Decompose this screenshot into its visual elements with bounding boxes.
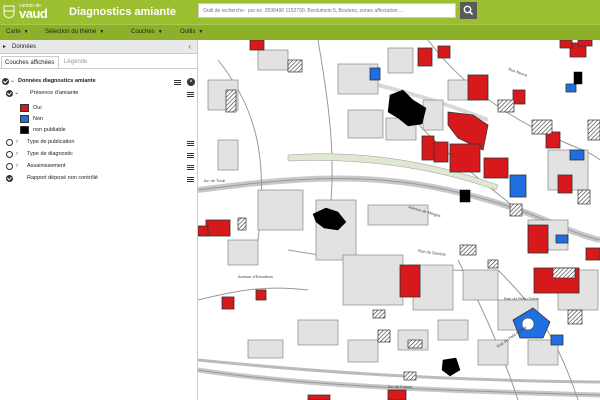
chevron-down-icon[interactable]: ⌄ [14, 89, 19, 97]
layer-checkbox[interactable] [6, 163, 13, 170]
layer-label-type-diagnostic: Type de diagnostic [27, 151, 73, 157]
legend-swatch-oui [20, 104, 29, 112]
layer-label-assainissement: Assainissement [27, 163, 66, 169]
tab-legende[interactable]: Légende [61, 56, 90, 68]
map-view[interactable]: Avenue de Morges Avenue d'Echallens Rue … [198, 40, 600, 400]
app-title: Diagnostics amiante [69, 6, 176, 18]
legend-label-oui: Oui [33, 105, 42, 111]
tab-divider [0, 68, 197, 69]
street-label: Av. de France [388, 384, 413, 389]
layer-checkbox[interactable] [6, 139, 13, 146]
search-icon [463, 5, 474, 16]
menu-icon[interactable] [187, 92, 194, 97]
collapse-panel-icon[interactable]: ‹ [188, 42, 191, 51]
search-button[interactable] [460, 2, 477, 19]
sublayer-checkbox[interactable] [6, 90, 13, 97]
tab-couches-affichees[interactable]: Couches affichées [1, 56, 59, 68]
panel-title: Données [12, 44, 37, 50]
menu-icon[interactable] [187, 153, 194, 158]
legend-swatch-non-publiable [20, 126, 29, 134]
street-label: Av. de Tivoli [204, 178, 225, 183]
menu-icon[interactable] [174, 80, 181, 85]
menu-icon[interactable] [187, 165, 194, 170]
map-canvas[interactable]: Avenue de Morges Avenue d'Echallens Rue … [198, 40, 600, 400]
sublayer-label: Présence d'amiante [30, 90, 79, 96]
layer-checkbox[interactable] [6, 151, 13, 158]
chevron-down-icon: ▼ [23, 29, 29, 35]
menu-label: Couches [131, 29, 155, 35]
menu-selection-theme[interactable]: Sélection du thème ▼ [45, 28, 104, 37]
layer-label-rapport-depose: Rapport déposé non contrôlé [27, 175, 98, 181]
logo-text-large: vaud [19, 6, 48, 21]
legend-swatch-non [20, 115, 29, 123]
chevron-down-icon: ▼ [157, 29, 163, 35]
menu-carte[interactable]: Carte ▼ [6, 28, 29, 37]
caret-right-icon: ▸ [3, 44, 7, 50]
street-label: Avenue d'Echallens [238, 274, 273, 279]
search-input[interactable] [198, 3, 456, 18]
menu-label: Carte [6, 29, 21, 35]
crest-icon [3, 5, 15, 19]
layer-group-checkbox[interactable] [2, 78, 9, 85]
chevron-down-icon: ▼ [198, 29, 204, 35]
menu-couches[interactable]: Couches ▼ [131, 28, 163, 37]
menu-icon[interactable] [187, 141, 194, 146]
chevron-down-icon: ▼ [99, 29, 105, 35]
chevron-right-icon[interactable]: › [16, 162, 18, 170]
layer-checkbox[interactable] [6, 175, 13, 182]
panel-header: ▸ Données ‹ [0, 40, 197, 54]
street-label: Rue du Petit-Chêne [504, 296, 540, 301]
chevron-down-icon[interactable]: ⌄ [10, 77, 15, 85]
menu-label: Outils [180, 29, 196, 35]
menu-outils[interactable]: Outils ▼ [180, 28, 203, 37]
menu-bar: Carte ▼ Sélection du thème ▼ Couches ▼ Outi… [0, 24, 600, 40]
app-header: canton de vaud Diagnostics amiante [0, 0, 600, 24]
close-icon[interactable]: × [187, 78, 195, 86]
layer-panel: ▸ Données ‹ Couches affichées Légende ⌄ … [0, 40, 198, 400]
menu-icon[interactable] [187, 177, 194, 182]
chevron-right-icon[interactable]: › [16, 138, 18, 146]
legend-label-non-publiable: non publiable [33, 127, 66, 133]
legend-label-non: Non [33, 116, 44, 122]
layer-label-type-publication: Type de publication [27, 139, 75, 145]
chevron-right-icon[interactable]: › [16, 150, 18, 158]
canton-logo[interactable]: canton de vaud [3, 3, 63, 21]
layer-group-label: Données diagnostics amiante [18, 78, 96, 84]
menu-label: Sélection du thème [45, 29, 97, 35]
